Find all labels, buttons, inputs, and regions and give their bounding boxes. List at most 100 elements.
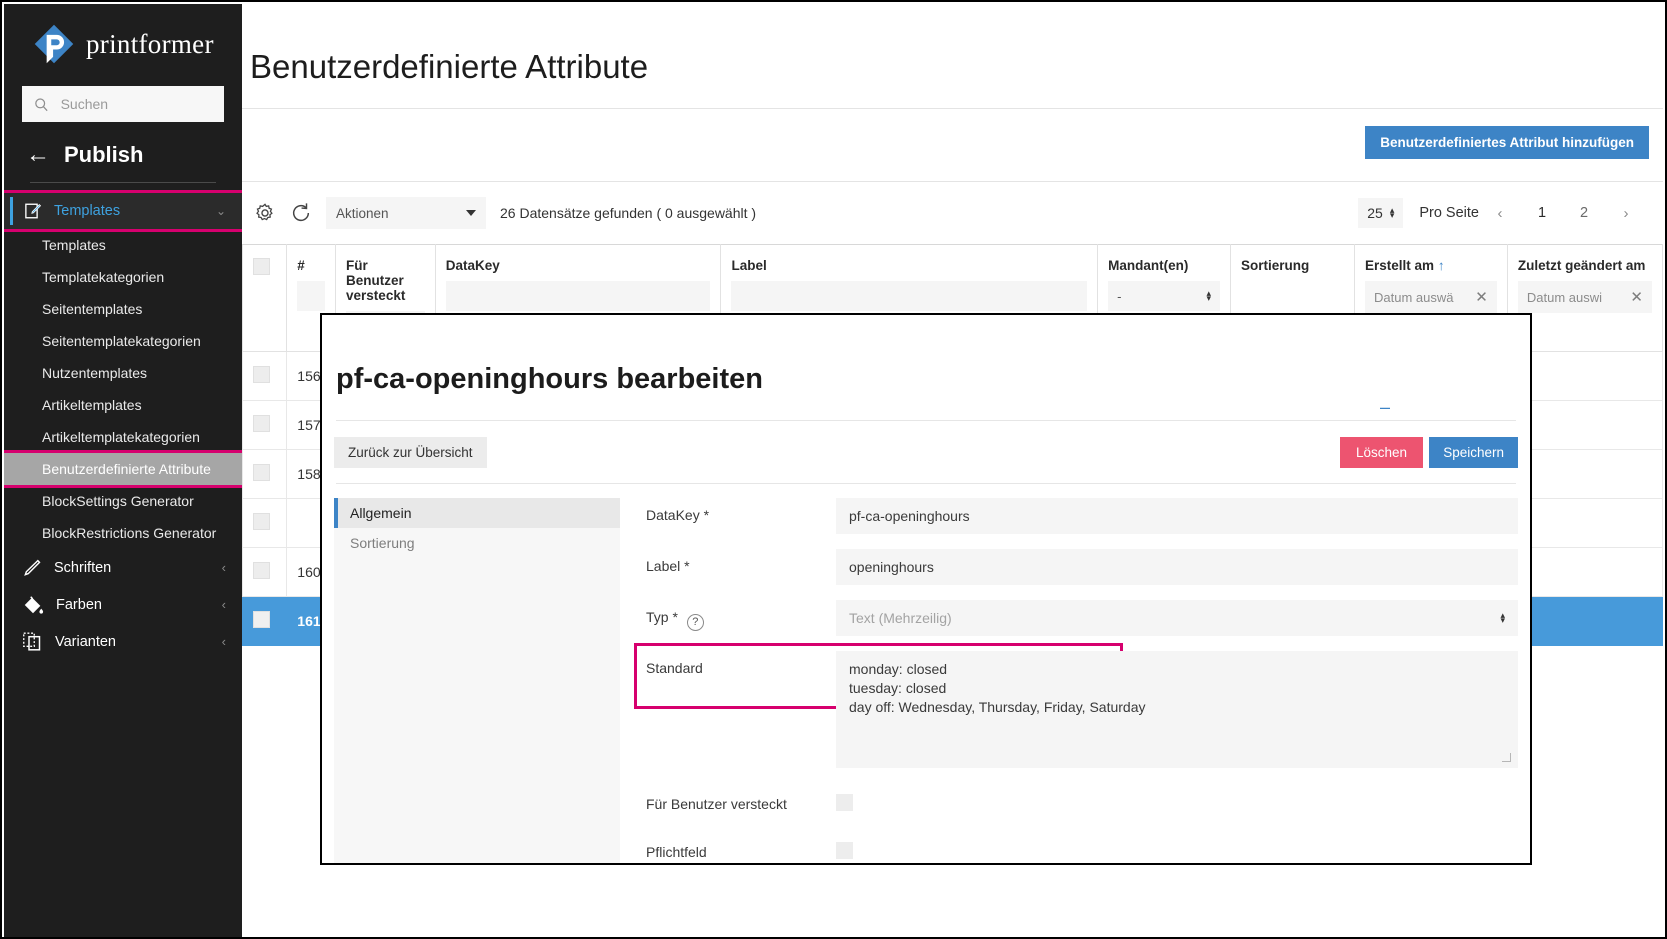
filter-label[interactable] [731, 281, 1087, 311]
datakey-input[interactable]: pf-ca-openinghours [836, 498, 1518, 534]
sidebar-item-templates[interactable]: Templates [4, 229, 242, 261]
row-checkbox-cell[interactable] [243, 499, 287, 548]
edit-attribute-modal: pf-ca-openinghours bearbeiten – Zurück z… [320, 313, 1532, 865]
modal-title: pf-ca-openinghours bearbeiten [336, 339, 1516, 396]
th-label: Erstellt am [1365, 258, 1434, 273]
sidebar-item-blocksettings-generator[interactable]: BlockSettings Generator [4, 485, 242, 517]
sort-asc-icon: ↑ [1438, 258, 1445, 273]
sidebar-item-varianten[interactable]: Varianten ‹ [4, 623, 242, 660]
row-checkbox[interactable] [253, 562, 270, 579]
field-typ: Typ * ? Text (Mehrzeilig) ▴▾ [646, 600, 1518, 636]
caret-down-icon [466, 210, 476, 216]
typ-value: Text (Mehrzeilig) [849, 610, 952, 626]
sidebar-item-artikeltemplatekategorien[interactable]: Artikeltemplatekategorien [4, 421, 242, 453]
field-label: Label * openinghours [646, 549, 1518, 585]
page-prev-button[interactable]: ‹ [1479, 205, 1521, 222]
th-select-all[interactable] [243, 245, 287, 352]
printformer-logo-icon [32, 22, 76, 66]
modal-collapse-icon[interactable]: – [1380, 397, 1390, 418]
hidden-checkbox[interactable] [836, 794, 853, 811]
standard-textarea[interactable]: monday: closed tuesday: closed day off: … [836, 651, 1518, 768]
sidebar-item-seitentemplatekategorien[interactable]: Seitentemplatekategorien [4, 325, 242, 357]
sidebar-item-templatekategorien[interactable]: Templatekategorien [4, 261, 242, 293]
modal-action-row: Zurück zur Übersicht Löschen Speichern [322, 421, 1530, 483]
tab-allgemein[interactable]: Allgemein [334, 498, 620, 528]
refresh-icon[interactable] [290, 202, 312, 224]
per-page-select[interactable]: 25 ▴▾ [1358, 198, 1403, 228]
page-1-button[interactable]: 1 [1521, 205, 1563, 221]
required-checkbox[interactable] [836, 842, 853, 859]
edit-template-icon [24, 202, 42, 220]
row-checkbox-cell[interactable] [243, 548, 287, 597]
delete-button[interactable]: Löschen [1340, 437, 1423, 468]
chevron-left-icon: ‹ [222, 560, 226, 575]
row-checkbox[interactable] [253, 513, 270, 530]
sidebar-item-nutzentemplates[interactable]: Nutzentemplates [4, 357, 242, 389]
resize-grip-icon[interactable] [1502, 753, 1511, 762]
th-label: Mandant(en) [1108, 258, 1188, 273]
field-hidden-for-user: Für Benutzer versteckt [646, 790, 1518, 816]
required-label: Pflichtfeld [646, 838, 836, 860]
filter-datakey[interactable] [446, 281, 711, 311]
row-checkbox[interactable] [253, 611, 270, 628]
th-label: # [297, 258, 305, 273]
field-datakey: DataKey * pf-ca-openinghours [646, 498, 1518, 534]
tab-sortierung[interactable]: Sortierung [334, 528, 620, 558]
chevron-down-icon: ⌄ [216, 204, 226, 218]
gear-icon[interactable] [254, 202, 276, 224]
hidden-label: Für Benutzer versteckt [646, 790, 836, 812]
page-title: Benutzerdefinierte Attribute [242, 26, 1663, 86]
clear-icon[interactable]: ✕ [1475, 288, 1488, 306]
sidebar-item-seitentemplates[interactable]: Seitentemplates [4, 293, 242, 325]
paint-bucket-icon [22, 594, 44, 616]
question-mark-icon[interactable]: ? [687, 614, 704, 631]
filter-placeholder: Datum auswä [1374, 290, 1453, 305]
stepper-icon: ▴▾ [1500, 613, 1505, 623]
back-to-publish[interactable]: ← Publish [4, 122, 242, 182]
variants-icon [22, 631, 43, 652]
row-checkbox[interactable] [253, 366, 270, 383]
sidebar-item-farben[interactable]: Farben ‹ [4, 586, 242, 623]
grid-controls: Aktionen 26 Datensätze gefunden ( 0 ausg… [242, 182, 1663, 244]
th-label: Sortierung [1241, 258, 1309, 273]
label-label: Label * [646, 549, 836, 574]
records-found-text: 26 Datensätze gefunden ( 0 ausgewählt ) [500, 205, 756, 221]
sidebar-divider [30, 182, 216, 183]
th-label: Für Benutzer versteckt [346, 258, 405, 303]
back-to-overview-button[interactable]: Zurück zur Übersicht [334, 437, 487, 468]
search-input[interactable] [59, 95, 212, 113]
sidebar-item-artikeltemplates[interactable]: Artikeltemplates [4, 389, 242, 421]
sidebar-item-blockrestrictions-generator[interactable]: BlockRestrictions Generator [4, 517, 242, 549]
sidebar-item-benutzerdefinierte-attribute[interactable]: Benutzerdefinierte Attribute [4, 453, 242, 485]
chevron-left-icon: ‹ [222, 634, 226, 649]
row-checkbox-cell[interactable] [243, 597, 287, 646]
typ-label-text: Typ * [646, 609, 678, 625]
typ-select[interactable]: Text (Mehrzeilig) ▴▾ [836, 600, 1518, 636]
active-group-indicator [10, 197, 13, 225]
th-label: Zuletzt geändert am [1518, 258, 1646, 273]
row-checkbox-cell[interactable] [243, 401, 287, 450]
add-custom-attribute-button[interactable]: Benutzerdefiniertes Attribut hinzufügen [1365, 126, 1649, 159]
save-button[interactable]: Speichern [1429, 437, 1518, 468]
datakey-label: DataKey * [646, 498, 836, 523]
filter-modified-date[interactable]: Datum auswi ✕ [1518, 281, 1652, 313]
row-checkbox[interactable] [253, 464, 270, 481]
sidebar-group-templates[interactable]: Templates ⌄ [4, 193, 242, 229]
row-checkbox-cell[interactable] [243, 352, 287, 401]
filter-mandant-select[interactable]: - ▴▾ [1108, 281, 1220, 311]
actions-dropdown[interactable]: Aktionen [326, 197, 486, 229]
filter-value: - [1117, 289, 1121, 304]
clear-icon[interactable]: ✕ [1630, 288, 1643, 306]
row-checkbox[interactable] [253, 415, 270, 432]
row-checkbox-cell[interactable] [243, 450, 287, 499]
label-input[interactable]: openinghours [836, 549, 1518, 585]
select-all-checkbox[interactable] [253, 258, 270, 275]
sidebar-item-schriften[interactable]: Schriften ‹ [4, 549, 242, 586]
page-2-button[interactable]: 2 [1563, 205, 1605, 221]
page-next-button[interactable]: › [1605, 205, 1647, 222]
sidebar-item-label: Varianten [55, 634, 116, 650]
filter-created-date[interactable]: Datum auswä ✕ [1365, 281, 1497, 313]
sidebar-search[interactable] [22, 86, 224, 122]
modal-form: DataKey * pf-ca-openinghours Label * ope… [620, 498, 1518, 865]
filter-number[interactable] [297, 281, 325, 311]
